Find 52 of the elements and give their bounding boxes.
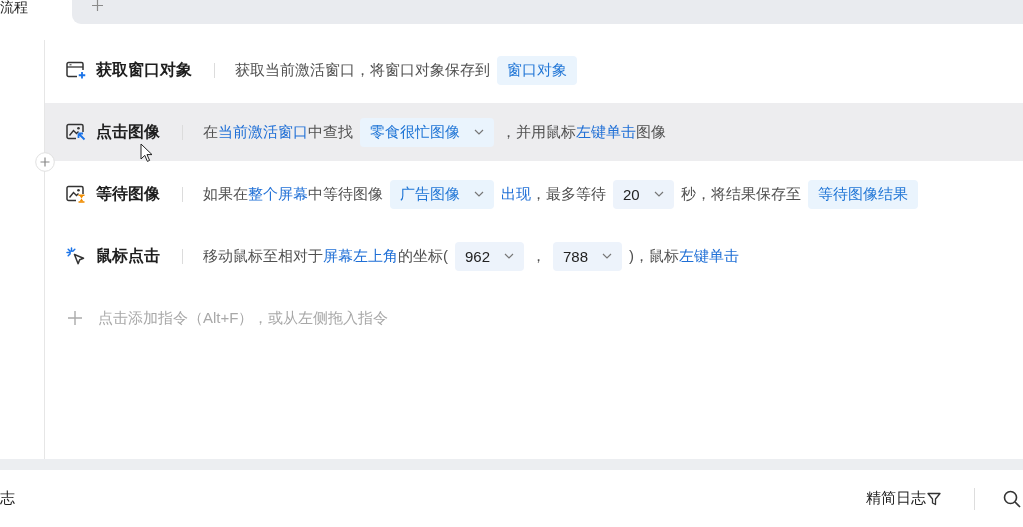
description-text: 在: [203, 122, 218, 142]
caret-icon: [474, 191, 484, 197]
command-title: 等待图像: [96, 183, 160, 204]
description-text: 移动鼠标至相对于: [203, 246, 323, 266]
search-icon[interactable]: [1003, 489, 1021, 508]
description-text: )，鼠标: [629, 246, 680, 266]
caret-icon: [602, 253, 613, 259]
option-link[interactable]: 左键单击: [679, 246, 740, 266]
option-link[interactable]: 左键单击: [576, 122, 636, 142]
option-link[interactable]: 整个屏幕: [248, 184, 308, 204]
description-text: 图像: [636, 122, 666, 142]
description-text: 获取当前激活窗口，将窗口对象保存到: [235, 60, 490, 80]
insert-plus-icon[interactable]: [35, 152, 55, 172]
command-row[interactable]: 点击图像 在当前激活窗口中查找 零食很忙图像 ，并用鼠标左键单击图像: [45, 103, 1023, 161]
option-link[interactable]: 当前激活窗口: [218, 122, 308, 142]
option-link[interactable]: 屏幕左上角: [323, 246, 398, 266]
dropdown-field[interactable]: 788: [553, 241, 623, 271]
mouse-pointer-icon: [140, 143, 153, 163]
description-text: ，最多等待: [531, 184, 606, 204]
filter-icon: [927, 491, 941, 506]
description-text: 中查找: [308, 122, 353, 142]
window-plus-icon: [66, 61, 86, 79]
variable-tag[interactable]: 窗口对象: [497, 55, 577, 85]
dropdown-field[interactable]: 20: [613, 179, 674, 209]
description-text: ，: [531, 246, 547, 266]
log-panel-title: 志: [0, 489, 15, 508]
caret-icon: [474, 129, 484, 135]
add-tab-icon[interactable]: [92, 0, 103, 11]
command-title: 点击图像: [96, 121, 160, 142]
command-title: 鼠标点击: [96, 245, 160, 266]
log-filter-button[interactable]: 精简日志: [866, 489, 941, 508]
command-row[interactable]: 鼠标点击 移动鼠标至相对于屏幕左上角的坐标( 962 ， 788 )，鼠标左键单击: [45, 227, 1023, 285]
description-text: 中等待图像: [308, 184, 383, 204]
dropdown-field[interactable]: 零食很忙图像: [360, 117, 494, 147]
image-cursor-icon: [66, 123, 86, 141]
command-row[interactable]: 获取窗口对象 获取当前激活窗口，将窗口对象保存到 窗口对象: [45, 41, 1023, 99]
caret-icon: [653, 191, 664, 197]
command-title: 获取窗口对象: [96, 59, 192, 80]
description-text: 的坐标(: [398, 246, 448, 266]
image-hourglass-icon: [66, 185, 86, 203]
panel-splitter[interactable]: [0, 459, 1023, 470]
dropdown-field[interactable]: 962: [455, 241, 525, 271]
description-text: ，并用鼠标: [501, 122, 576, 142]
dropdown-field[interactable]: 广告图像: [390, 179, 494, 209]
variable-tag[interactable]: 等待图像结果: [807, 179, 918, 209]
plus-icon[interactable]: [68, 311, 82, 325]
pointer-sparkle-icon: [66, 247, 86, 265]
caret-icon: [504, 253, 515, 259]
description-text: 秒，将结果保存至: [680, 184, 801, 204]
command-row[interactable]: 等待图像 如果在整个屏幕中等待图像 广告图像 出现，最多等待 20 秒，将结果保存至 等待图像结果: [45, 165, 1023, 223]
option-link[interactable]: 出现: [501, 184, 531, 204]
description-text: 如果在: [203, 184, 248, 204]
